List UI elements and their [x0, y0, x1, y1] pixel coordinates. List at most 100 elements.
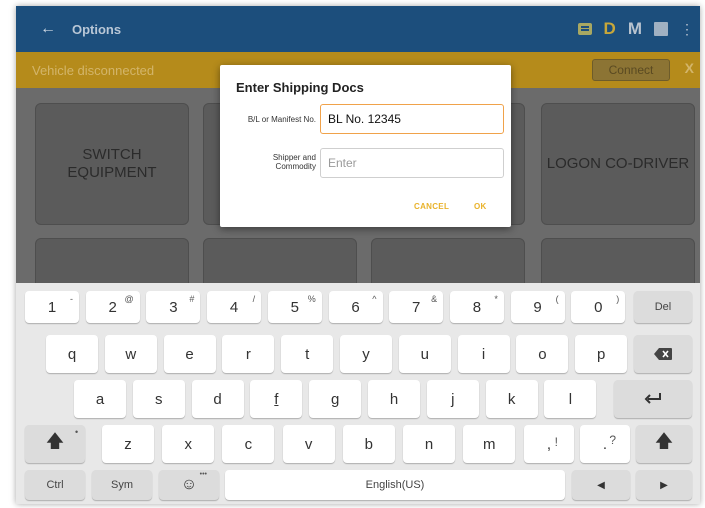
key-o[interactable]: o	[516, 335, 569, 373]
key-8[interactable]: 8 *	[449, 291, 504, 323]
key-x-label: x	[184, 435, 192, 453]
comma-key-sup: !	[554, 435, 558, 449]
key-s[interactable]: s	[132, 380, 185, 418]
key-9-sup: (	[555, 294, 559, 304]
key-4-sup: /	[252, 294, 256, 304]
key-w-label: w	[125, 345, 137, 363]
key-z[interactable]: z	[102, 425, 154, 463]
comma-key-label: ,	[546, 435, 552, 453]
emoji-smiley-icon: ☺	[180, 476, 198, 493]
key-h[interactable]: h	[368, 380, 420, 418]
key-y[interactable]: y	[340, 335, 392, 373]
backspace-key[interactable]	[634, 335, 692, 373]
comma-key[interactable]: , !	[524, 425, 574, 463]
more-vert-icon[interactable]: ⋮	[680, 21, 694, 38]
close-status-button[interactable]: X	[685, 60, 694, 76]
bl-manifest-label: B/L or Manifest No.	[247, 115, 316, 124]
key-l[interactable]: l	[544, 380, 597, 418]
ok-button[interactable]: OK	[474, 202, 487, 211]
key-r-label: r	[245, 345, 251, 363]
cursor-left-key[interactable]: ◀	[572, 470, 630, 500]
eld-device-icon[interactable]	[654, 22, 668, 36]
key-8-sup: *	[494, 294, 498, 304]
page-title: Options	[72, 21, 122, 37]
key-6-label: 6	[351, 298, 360, 316]
key-t[interactable]: t	[281, 335, 334, 373]
key-6[interactable]: 6 ^	[328, 291, 383, 323]
key-6-sup: ^	[372, 294, 377, 304]
shipper-commodity-label: Shipper and Commodity	[226, 153, 316, 171]
key-e[interactable]: e	[163, 335, 216, 373]
key-a[interactable]: a	[74, 380, 126, 418]
key-u-label: u	[420, 345, 429, 363]
space-key[interactable]: English(US)	[225, 470, 565, 500]
key-c[interactable]: c	[222, 425, 275, 463]
enter-key[interactable]	[614, 380, 692, 418]
cursor-right-key[interactable]: ▶	[636, 470, 692, 500]
key-d[interactable]: d	[191, 380, 244, 418]
key-g-label: g	[331, 390, 340, 408]
key-5[interactable]: 5%	[267, 291, 322, 323]
key-g[interactable]: g	[309, 380, 362, 418]
triangle-left-icon: ◀	[597, 479, 605, 491]
key-m[interactable]: m	[463, 425, 516, 463]
connect-button[interactable]: Connect	[592, 59, 670, 81]
ctrl-key[interactable]: Ctrl	[25, 470, 85, 500]
driving-status-d[interactable]: D	[604, 19, 616, 39]
key-4[interactable]: 4/	[207, 291, 262, 323]
period-key[interactable]: . ?	[580, 425, 630, 463]
shipper-commodity-input[interactable]: Enter	[320, 148, 504, 178]
key-f-label: f	[274, 390, 279, 408]
shipper-label-line2: Commodity	[275, 162, 316, 171]
key-n[interactable]: n	[403, 425, 455, 463]
message-icon[interactable]	[577, 23, 592, 35]
mode-status-m[interactable]: M	[628, 19, 642, 39]
key-9-label: 9	[533, 298, 542, 316]
key-3[interactable]: 3 #	[146, 291, 201, 323]
key-i-label: i	[481, 345, 486, 363]
key-5-label: 5	[290, 298, 299, 316]
delete-key[interactable]: Del	[634, 291, 692, 323]
key-v[interactable]: v	[282, 425, 335, 463]
key-x[interactable]: x	[162, 425, 215, 463]
emoji-key[interactable]: ☺ •••	[159, 470, 219, 500]
key-0[interactable]: 0)	[571, 291, 626, 323]
soft-keyboard: Del 🡅 • , ! . ? 🡅 Ctrl Sym ☺ ••• English…	[16, 283, 700, 504]
key-d-label: d	[213, 390, 222, 408]
key-2[interactable]: 2 @	[85, 291, 140, 323]
key-3-label: 3	[169, 298, 178, 316]
bl-manifest-input[interactable]: BL No. 12345	[320, 104, 504, 134]
key-i[interactable]: i	[457, 335, 510, 373]
key-y-label: y	[362, 345, 370, 363]
key-9[interactable]: 9(	[510, 291, 565, 323]
key-1[interactable]: 1-	[25, 291, 79, 323]
shift-key-right[interactable]: 🡅	[636, 425, 692, 463]
key-u[interactable]: u	[398, 335, 451, 373]
key-b[interactable]: b	[342, 425, 395, 463]
key-p[interactable]: p	[575, 335, 628, 373]
key-n-label: n	[424, 435, 434, 453]
cancel-button[interactable]: CANCEL	[414, 202, 449, 211]
key-h-label: h	[389, 390, 399, 408]
key-2-sup: @	[124, 294, 134, 304]
sym-key[interactable]: Sym	[92, 470, 152, 500]
key-j[interactable]: j	[426, 380, 479, 418]
shift-up-icon: 🡅	[45, 431, 65, 451]
key-7[interactable]: 7 &	[389, 291, 444, 323]
back-arrow-icon[interactable]: ←	[40, 20, 60, 38]
key-w[interactable]: w	[104, 335, 157, 373]
key-r[interactable]: r	[222, 335, 275, 373]
shipper-label-line1: Shipper and	[272, 153, 316, 162]
key-v-label: v	[304, 435, 313, 453]
logon-codriver-tile[interactable]: LOGON CO-DRIVER	[541, 103, 695, 225]
key-z-label: z	[124, 435, 132, 453]
triangle-right-icon: ▶	[660, 479, 668, 491]
app-screen: ← Options D M ⋮ Vehicle disconnected Con…	[16, 6, 700, 504]
key-0-sup: )	[616, 294, 620, 304]
switch-equipment-tile[interactable]: SWITCH EQUIPMENT	[35, 103, 189, 225]
key-f[interactable]: f	[250, 380, 303, 418]
key-k[interactable]: k	[485, 380, 538, 418]
period-key-label: .	[602, 435, 608, 453]
key-q[interactable]: q	[46, 335, 98, 373]
shift-key-left[interactable]: 🡅 •	[25, 425, 85, 463]
